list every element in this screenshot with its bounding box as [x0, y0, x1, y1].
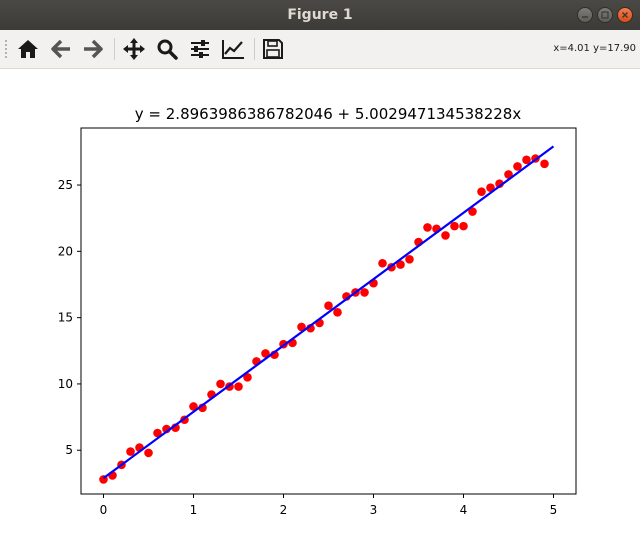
- data-point: [360, 288, 369, 297]
- x-tick-label: 4: [460, 503, 468, 517]
- arrow-left-icon: [51, 39, 70, 59]
- y-tick-label: 25: [58, 178, 73, 192]
- minimize-icon: [582, 16, 588, 18]
- toolbar-separator: [114, 38, 115, 60]
- x-tick-label: 1: [190, 503, 198, 517]
- data-point: [477, 187, 486, 196]
- toolbar-grip[interactable]: [4, 39, 8, 59]
- chart-svg[interactable]: 0 1 2 3 4 5 5 10 15 20 25: [0, 69, 640, 549]
- maximize-button[interactable]: [597, 7, 613, 23]
- window-title: Figure 1: [287, 7, 353, 23]
- data-point: [234, 382, 243, 391]
- home-button[interactable]: [14, 35, 42, 63]
- data-point: [333, 308, 342, 317]
- save-button[interactable]: [259, 35, 287, 63]
- x-tick-label: 0: [100, 503, 108, 517]
- x-tick-label: 3: [370, 503, 378, 517]
- chart-title: y = 2.8963986386782046 + 5.0029471345382…: [134, 105, 522, 123]
- line-chart-icon: [222, 40, 244, 59]
- move-icon: [123, 38, 145, 60]
- minimize-button[interactable]: [577, 7, 593, 23]
- back-button[interactable]: [47, 35, 75, 63]
- pan-button[interactable]: [120, 35, 148, 63]
- data-point: [540, 159, 549, 169]
- chart-marks: [99, 145, 555, 484]
- arrow-right-icon: [84, 39, 103, 59]
- configure-subplots-button[interactable]: [186, 35, 214, 63]
- close-button[interactable]: [617, 7, 633, 23]
- data-point: [459, 221, 468, 231]
- forward-button[interactable]: [79, 35, 107, 63]
- y-tick-label: 10: [58, 377, 73, 391]
- toolbar-separator: [254, 38, 255, 60]
- figure-canvas[interactable]: 0 1 2 3 4 5 5 10 15 20 25 y = 2.8963986386782046 …: [0, 69, 640, 549]
- data-point: [144, 448, 153, 458]
- data-point: [378, 258, 387, 268]
- y-axis: 5 10 15 20 25: [58, 178, 81, 457]
- zoom-button[interactable]: [153, 35, 181, 63]
- y-tick-label: 15: [58, 311, 73, 325]
- home-icon: [18, 40, 38, 58]
- close-icon: [621, 11, 629, 19]
- edit-axis-button[interactable]: [219, 35, 247, 63]
- x-tick-label: 5: [550, 503, 558, 517]
- x-tick-label: 2: [280, 503, 288, 517]
- window-titlebar: Figure 1: [0, 0, 640, 30]
- sliders-icon: [191, 40, 209, 58]
- data-point: [441, 231, 450, 240]
- x-axis: 0 1 2 3 4 5: [100, 494, 558, 517]
- y-tick-label: 20: [58, 244, 73, 258]
- data-point: [216, 379, 225, 389]
- data-point: [450, 221, 459, 231]
- navigation-toolbar: x=4.01 y=17.90: [0, 30, 640, 69]
- maximize-icon: [601, 11, 609, 19]
- magnifier-icon: [157, 39, 178, 60]
- cursor-coordinates: x=4.01 y=17.90: [553, 43, 636, 54]
- regression-line: [102, 145, 555, 480]
- floppy-disk-icon: [263, 39, 283, 59]
- data-point: [405, 254, 414, 264]
- data-point: [126, 447, 135, 456]
- y-tick-label: 5: [65, 443, 73, 457]
- data-point: [423, 223, 432, 232]
